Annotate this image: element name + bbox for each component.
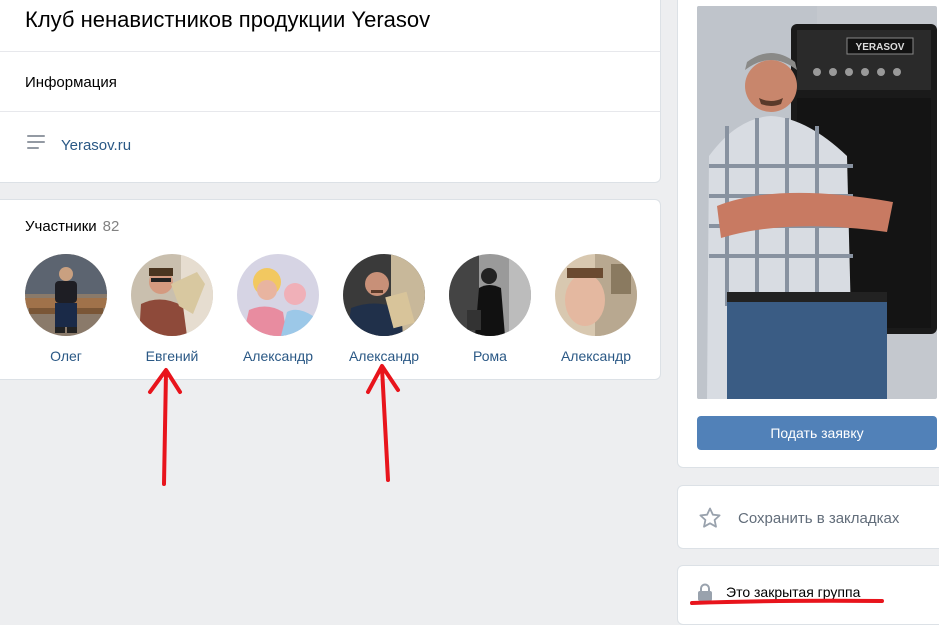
member-name[interactable]: Рома [435, 348, 545, 364]
avatar[interactable] [25, 254, 107, 336]
member-name[interactable]: Александр [541, 348, 651, 364]
divider [0, 51, 660, 52]
members-title: Участники [25, 218, 97, 235]
members-header[interactable]: Участники 82 [25, 218, 119, 235]
bookmark-card[interactable]: Сохранить в закладках [677, 485, 939, 549]
member-item[interactable]: Евгений [117, 254, 227, 364]
member-item[interactable]: Александр [541, 254, 651, 364]
member-name[interactable]: Александр [223, 348, 333, 364]
website-link[interactable]: Yerasov.ru [61, 137, 131, 154]
description-icon [27, 135, 45, 149]
page-title: Клуб ненавистников продукции Yerasov [25, 7, 431, 32]
bookmark-button-label[interactable]: Сохранить в закладках [738, 510, 899, 527]
info-section-label[interactable]: Информация [25, 74, 117, 91]
avatar[interactable] [555, 254, 637, 336]
group-cover-photo[interactable]: YERASOV [697, 6, 937, 399]
member-item[interactable]: Александр [329, 254, 439, 364]
group-header-card: Клуб ненавистников продукции Yerasov Инф… [0, 0, 661, 183]
member-name[interactable]: Александр [329, 348, 439, 364]
star-icon [699, 507, 721, 528]
red-arrow-1 [148, 368, 182, 486]
apply-button[interactable]: Подать заявку [697, 416, 937, 450]
avatar[interactable] [131, 254, 213, 336]
avatar[interactable] [343, 254, 425, 336]
members-count: 82 [102, 218, 120, 235]
divider [0, 111, 660, 112]
member-item[interactable]: Олег [11, 254, 121, 364]
avatar[interactable] [449, 254, 531, 336]
avatar[interactable] [237, 254, 319, 336]
red-arrow-2 [366, 364, 400, 482]
members-card: Участники 82 Олег Евгений Александр Алек… [0, 199, 661, 380]
closed-group-card: Это закрытая группа [677, 565, 939, 625]
closed-group-label: Это закрытая группа [726, 584, 861, 600]
lock-icon [698, 583, 712, 601]
amp-brand-label: YERASOV [856, 42, 905, 53]
member-item[interactable]: Александр [223, 254, 333, 364]
member-name[interactable]: Евгений [117, 348, 227, 364]
group-cover-card: YERASOV Подать заявку [677, 0, 939, 468]
member-name[interactable]: Олег [11, 348, 121, 364]
member-item[interactable]: Рома [435, 254, 545, 364]
